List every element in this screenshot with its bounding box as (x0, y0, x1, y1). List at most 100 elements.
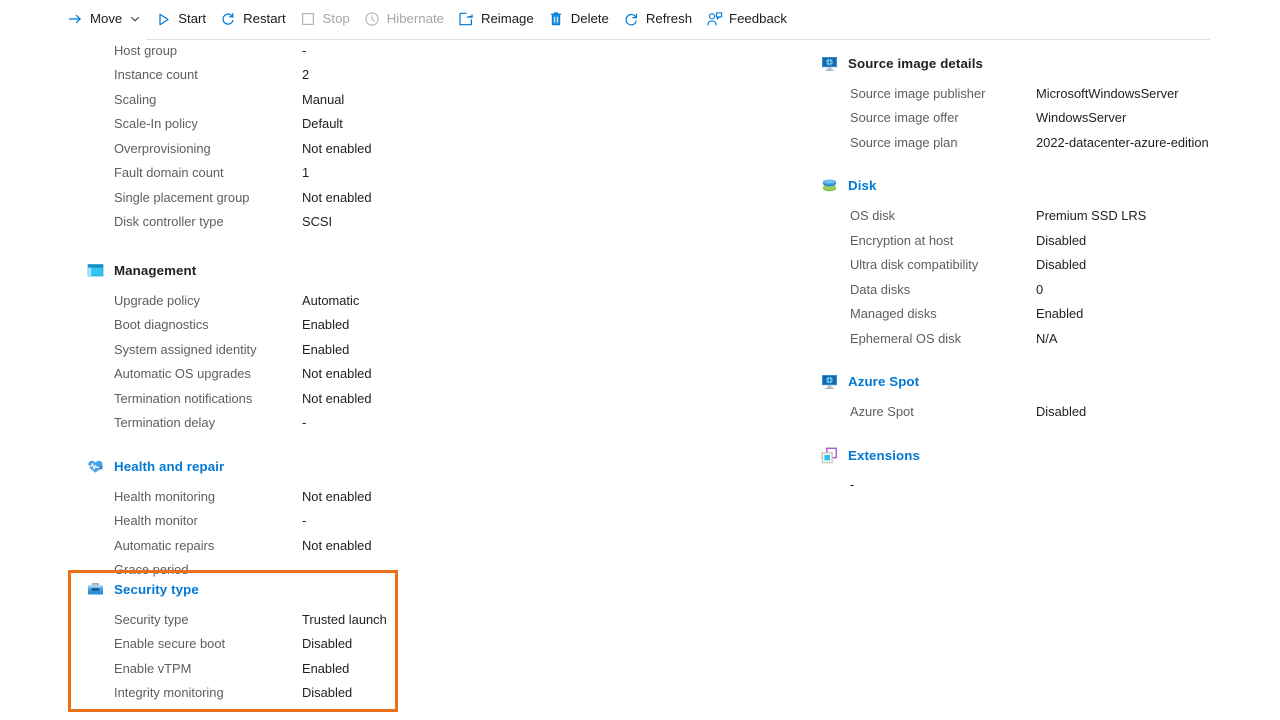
row-key: Termination notifications (114, 390, 253, 406)
row-value: Disabled (302, 636, 353, 652)
move-label: Move (90, 11, 123, 27)
delete-button[interactable]: Delete (543, 5, 618, 33)
monitor-icon (820, 373, 838, 391)
table-row: Scaling Manual (114, 87, 726, 112)
table-row: Upgrade policy Automatic (114, 288, 726, 313)
table-row: OS disk Premium SSD LRS (850, 204, 1260, 229)
row-value: Disabled (1036, 232, 1087, 248)
row-key: Automatic repairs (114, 537, 215, 553)
row-key: OS disk (850, 208, 896, 224)
table-row: Disk controller type SCSI (114, 210, 726, 235)
section-health-and-repair: Health and repair Health monitoring Not … (86, 455, 726, 582)
table-row: Automatic repairs Not enabled (114, 533, 726, 558)
section-title[interactable]: Security type (114, 582, 199, 597)
disk-stack-icon (820, 177, 838, 195)
row-key: Health monitoring (114, 488, 216, 504)
section-header: Azure Spot (820, 371, 1260, 393)
row-key: Encryption at host (850, 232, 954, 248)
monitor-icon (820, 54, 838, 72)
section-header: Disk (820, 175, 1260, 197)
row-key: Grace period (114, 562, 189, 578)
section-source-image-details: Source image details Source image publis… (820, 52, 1260, 155)
move-button[interactable]: Move (62, 5, 150, 33)
table-row: Instance count 2 (114, 63, 726, 88)
table-row: Health monitor - (114, 509, 726, 534)
row-value: Enabled (302, 341, 350, 357)
chevron-down-icon[interactable] (129, 13, 141, 25)
reimage-button[interactable]: Reimage (453, 5, 543, 33)
row-value: Enabled (1036, 306, 1084, 322)
restart-label: Restart (243, 11, 286, 27)
row-key: Source image plan (850, 134, 958, 150)
section-header: Health and repair (86, 455, 726, 477)
row-key: Ultra disk compatibility (850, 257, 979, 273)
section-title: Management (114, 262, 197, 278)
section-extensions: Extensions - (820, 444, 1260, 495)
row-value: Default (302, 116, 343, 132)
row-key: Scaling (114, 91, 157, 107)
table-row: Enable vTPM Enabled (114, 656, 406, 681)
table-row: Scale-In policy Default (114, 112, 726, 137)
arrow-right-icon (66, 10, 84, 28)
left-properties-column: Host group - Instance count 2 Scaling Ma… (86, 38, 726, 582)
row-value: Automatic (302, 292, 360, 308)
security-rows: Security type Trusted launch Enable secu… (86, 607, 406, 705)
row-key: Upgrade policy (114, 292, 200, 308)
section-title[interactable]: Health and repair (114, 459, 224, 474)
row-value: - (302, 562, 307, 578)
command-bar: Move Start Restart Stop Hibernate Reimag… (0, 0, 1280, 38)
restart-icon (219, 10, 237, 28)
row-key: Integrity monitoring (114, 685, 224, 701)
table-row: Security type Trusted launch (114, 607, 406, 632)
row-key: Health monitor (114, 513, 198, 529)
row-key: Boot diagnostics (114, 317, 209, 333)
restart-button[interactable]: Restart (215, 5, 295, 33)
refresh-button[interactable]: Refresh (618, 5, 701, 33)
table-row: Overprovisioning Not enabled (114, 136, 726, 161)
section-azure-spot: Azure Spot Azure Spot Disabled (820, 371, 1260, 425)
feedback-label: Feedback (729, 11, 787, 27)
row-key: Security type (114, 611, 189, 627)
section-title[interactable]: Azure Spot (848, 374, 919, 389)
table-row: Ultra disk compatibility Disabled (850, 253, 1260, 278)
row-value: Not enabled (302, 189, 372, 205)
right-properties-column: Source image details Source image publis… (820, 52, 1260, 495)
row-key: Source image publisher (850, 85, 986, 101)
row-key: Ephemeral OS disk (850, 330, 962, 346)
section-management: Management Upgrade policy Automatic Boot… (86, 259, 726, 435)
section-title[interactable]: Extensions (848, 448, 920, 463)
row-value: 2 (302, 67, 310, 83)
row-value: Not enabled (302, 140, 372, 156)
feedback-button[interactable]: Feedback (701, 5, 796, 33)
table-row: Source image offer WindowsServer (850, 106, 1260, 131)
row-key: Automatic OS upgrades (114, 366, 251, 382)
hibernate-button: Hibernate (359, 5, 453, 33)
row-key: Disk controller type (114, 214, 224, 230)
start-button[interactable]: Start (150, 5, 215, 33)
row-key: System assigned identity (114, 341, 257, 357)
row-value: - (302, 513, 307, 529)
section-title[interactable]: Disk (848, 178, 877, 193)
row-value: SCSI (302, 214, 333, 230)
section-header: Extensions (820, 444, 1260, 466)
row-value: WindowsServer (1036, 110, 1127, 126)
row-value: N/A (1036, 330, 1058, 346)
table-row: Host group - (114, 38, 726, 63)
row-key: Termination delay (114, 415, 216, 431)
row-value: - (302, 415, 307, 431)
table-row: Encryption at host Disabled (850, 228, 1260, 253)
row-key: Enable secure boot (114, 636, 226, 652)
table-row: Source image publisher MicrosoftWindowsS… (850, 81, 1260, 106)
table-row: Termination delay - (114, 411, 726, 436)
table-row: Managed disks Enabled (850, 302, 1260, 327)
row-value: Disabled (302, 685, 353, 701)
hibernate-label: Hibernate (386, 11, 444, 27)
refresh-icon (622, 10, 640, 28)
section-disk: Disk OS disk Premium SSD LRS Encryption … (820, 175, 1260, 351)
row-key: Data disks (850, 281, 911, 297)
stop-button: Stop (295, 5, 359, 33)
row-value: Disabled (1036, 257, 1087, 273)
table-row: Integrity monitoring Disabled (114, 681, 406, 706)
